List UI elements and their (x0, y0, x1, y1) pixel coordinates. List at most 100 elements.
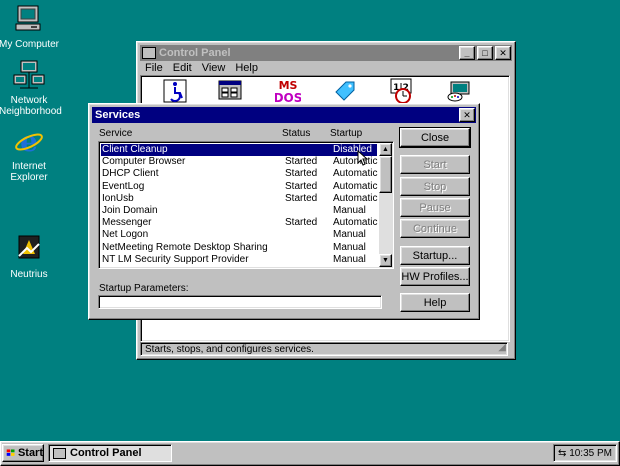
service-startup-cell: Automatic (333, 168, 378, 180)
taskbar-button-control-panel[interactable]: Control Panel (48, 444, 172, 462)
table-row[interactable]: Join Domain Manual (101, 205, 377, 217)
clock[interactable]: 10:35 PM (569, 448, 612, 459)
applet-accessibility[interactable] (163, 79, 187, 103)
services-title: Services (95, 109, 141, 121)
services-list-scrollbar[interactable]: ▲ ▼ (379, 143, 392, 267)
desktop-icon-neutrius[interactable]: Neutrius (0, 234, 65, 280)
service-name-cell: Client Cleanup (102, 144, 168, 155)
status-text: Starts, stops, and configures services. (145, 344, 314, 355)
service-startup-cell: Automatic (333, 156, 378, 168)
services-titlebar[interactable]: Services ✕ (92, 107, 476, 123)
desktop-icon-label: Network Neighborhood (0, 95, 62, 117)
service-startup-cell: Automatic (333, 217, 378, 229)
desktop-icon-label: Internet Explorer (10, 161, 48, 183)
mouse-cursor-icon (357, 150, 369, 166)
desktop-icon-label: My Computer (0, 39, 59, 50)
startup-button[interactable]: Startup... (400, 246, 470, 265)
svg-text:e: e (20, 126, 38, 156)
menu-edit[interactable]: Edit (168, 62, 197, 74)
menu-view[interactable]: View (197, 62, 231, 74)
service-status-cell: Started (285, 217, 318, 229)
table-row[interactable]: Client Cleanup Disabled (101, 144, 377, 156)
internet-explorer-icon: e (13, 125, 45, 158)
tag-icon (335, 81, 355, 101)
msdos-console-icon: MS DOS (274, 78, 302, 105)
scroll-down-button[interactable]: ▼ (379, 254, 392, 267)
desktop-icon-label: Neutrius (10, 269, 48, 280)
close-button[interactable]: Close (399, 127, 471, 148)
stop-button[interactable]: Stop (400, 177, 470, 196)
windows-logo-icon (6, 449, 15, 456)
table-row[interactable]: DHCP Client Started Automatic (101, 168, 377, 180)
control-panel-titlebar[interactable]: Control Panel _ □ ✕ (140, 45, 512, 61)
my-computer-icon (13, 4, 45, 36)
service-name-cell: NT LM Security Support Provider (102, 253, 249, 265)
table-row[interactable]: NetMeeting Remote Desktop Sharing Manual (101, 242, 377, 254)
help-button[interactable]: Help (400, 293, 470, 312)
table-row[interactable]: IonUsb Started Automatic (101, 193, 377, 205)
control-panel-title: Control Panel (159, 47, 231, 59)
column-header-service[interactable]: Service (99, 128, 132, 139)
service-status-cell: Started (285, 180, 318, 192)
service-startup-cell: Manual (333, 205, 366, 216)
menu-help[interactable]: Help (230, 62, 263, 74)
control-panel-menubar: File Edit View Help (140, 61, 263, 75)
services-list[interactable]: Client Cleanup Disabled Computer Browser St… (98, 141, 394, 269)
service-startup-cell: Automatic (333, 192, 378, 204)
services-close-x-button[interactable]: ✕ (459, 108, 475, 122)
service-startup-cell: Manual (333, 229, 366, 241)
scroll-thumb[interactable] (379, 156, 392, 193)
neutrius-icon (13, 234, 45, 266)
control-panel-statusbar: Starts, stops, and configures services. … (140, 342, 508, 356)
menu-file[interactable]: File (140, 62, 168, 74)
pause-button[interactable]: Pause (400, 198, 470, 217)
applet-tag[interactable] (333, 80, 357, 102)
service-name-cell: Net Logon (102, 229, 149, 241)
usb-tray-icon[interactable]: ⇆ (558, 448, 566, 459)
service-name-cell: NetMeeting Remote Desktop Sharing (102, 241, 268, 253)
desktop-icon-internet-explorer[interactable]: e Internet Explorer (0, 125, 65, 183)
service-startup-cell: Automatic (333, 180, 378, 192)
desktop-icon-network-neighborhood[interactable]: Network Neighborhood (0, 60, 65, 117)
scroll-up-button[interactable]: ▲ (379, 143, 392, 156)
display-icon (447, 81, 470, 102)
startup-parameters-input[interactable] (98, 295, 382, 309)
task-label: Control Panel (70, 447, 142, 459)
service-status-cell: Started (285, 192, 318, 204)
service-status-cell: Started (285, 156, 318, 168)
service-name-cell: Computer Browser (102, 156, 186, 168)
taskbar: Start Control Panel ⇆ 10:35 PM (0, 441, 620, 466)
column-header-status[interactable]: Status (282, 128, 310, 139)
startup-parameters-label: Startup Parameters: (99, 283, 189, 294)
service-startup-cell: Manual (333, 253, 366, 265)
continue-button[interactable]: Continue (400, 219, 470, 238)
table-row[interactable]: Net Logon Manual (101, 229, 377, 241)
service-name-cell: Messenger (102, 217, 152, 229)
start-label: Start (17, 447, 43, 459)
date-time-icon: 1|2 (390, 78, 412, 104)
control-panel-task-icon (53, 447, 66, 459)
start-button[interactable]: Start (400, 155, 470, 174)
table-row[interactable]: Messenger Started Automatic (101, 217, 377, 229)
maximize-button[interactable]: □ (477, 46, 493, 60)
minimize-button[interactable]: _ (459, 46, 475, 60)
applet-display[interactable] (446, 79, 472, 103)
service-name-cell: DHCP Client (102, 168, 159, 180)
start-menu-button[interactable]: Start (2, 444, 44, 462)
table-row[interactable]: EventLog Started Automatic (101, 181, 377, 193)
column-header-startup[interactable]: Startup (330, 128, 362, 139)
resize-grip-icon[interactable]: ◢ (498, 341, 506, 355)
service-startup-cell: Manual (333, 241, 366, 253)
close-window-button[interactable]: ✕ (495, 46, 511, 60)
desktop-icon-my-computer[interactable]: My Computer (0, 4, 65, 50)
table-row[interactable]: NT LM Security Support Provider Manual (101, 254, 377, 266)
applet-msdos-console[interactable]: MS DOS (274, 78, 302, 105)
services-dialog: Services ✕ Service Status Startup Client… (88, 103, 480, 320)
applet-add-remove-programs[interactable] (218, 79, 242, 103)
service-name-cell: IonUsb (102, 192, 134, 204)
add-remove-programs-icon (218, 80, 242, 100)
hw-profiles-button[interactable]: HW Profiles... (400, 267, 470, 286)
service-name-cell: Join Domain (102, 205, 158, 216)
table-row[interactable]: Computer Browser Started Automatic (101, 156, 377, 168)
applet-date-time[interactable]: 1|2 (389, 78, 415, 104)
